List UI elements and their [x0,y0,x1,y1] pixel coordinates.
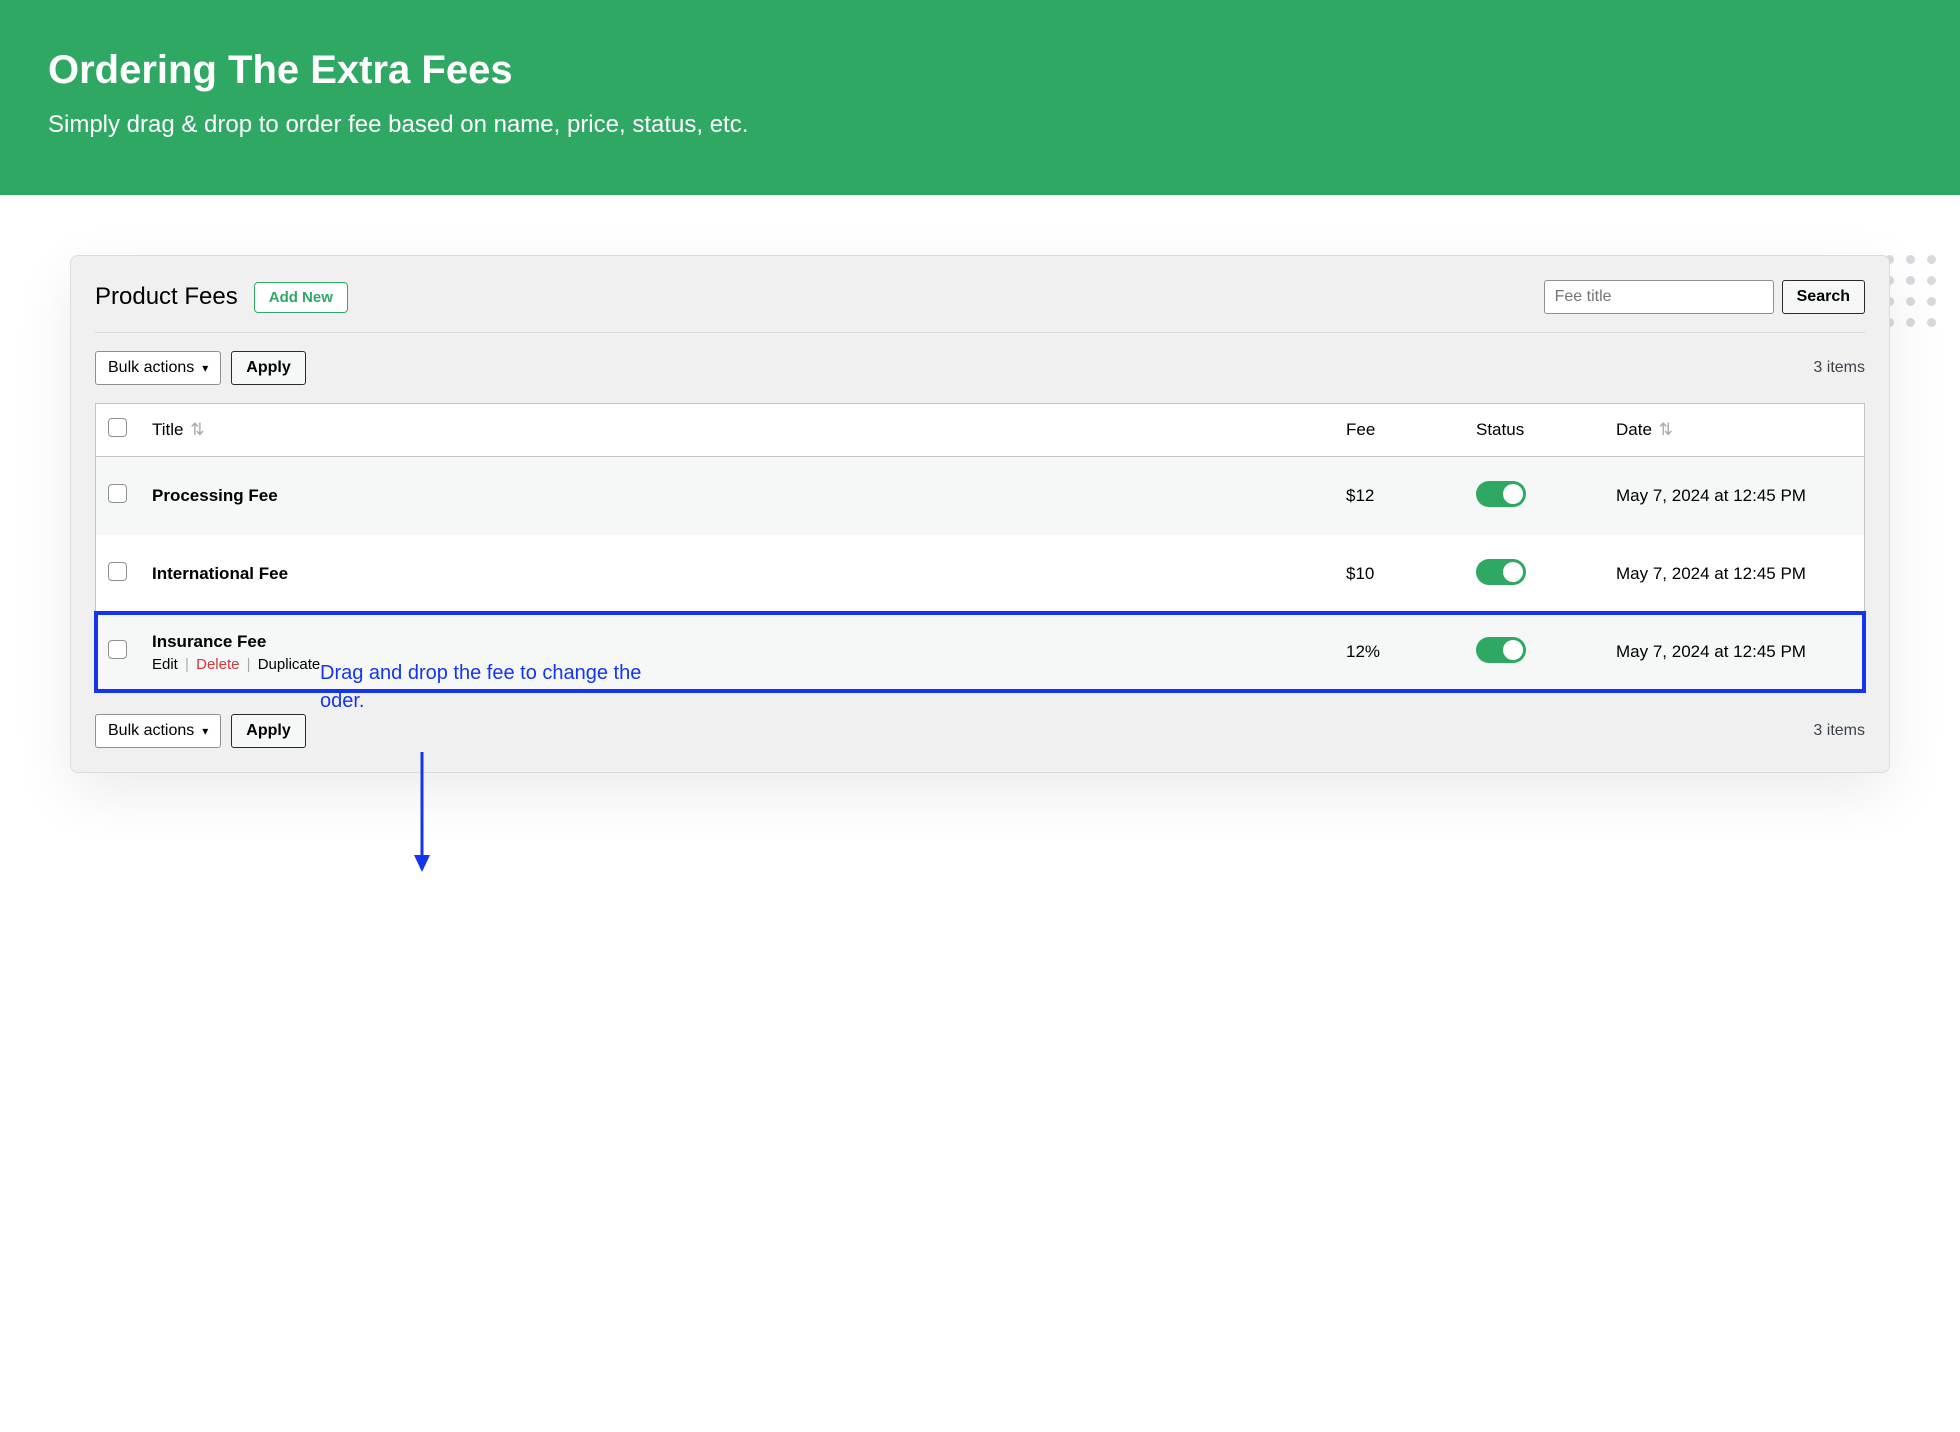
row-date: May 7, 2024 at 12:45 PM [1604,535,1864,613]
row-checkbox[interactable] [108,484,127,503]
row-fee: 12% [1334,613,1464,691]
bulk-actions-select[interactable]: Bulk actions ▾ [95,351,221,385]
content-area: Product Fees Add New Search Bulk actions… [0,195,1960,813]
chevron-down-icon: ▾ [202,361,208,375]
delete-link[interactable]: Delete [196,656,239,673]
decorative-dots [1885,255,1936,327]
edit-link[interactable]: Edit [152,656,178,673]
toolbar-bottom: Bulk actions ▾ Apply 3 items [95,714,1865,748]
table-row[interactable]: Processing Fee $12 May 7, 2024 at 12:45 … [96,457,1864,535]
row-title[interactable]: International Fee [152,564,1322,584]
row-fee: $10 [1334,535,1464,613]
search-button[interactable]: Search [1782,280,1865,314]
panel-header: Product Fees Add New Search [95,280,1865,333]
apply-button-bottom[interactable]: Apply [231,714,305,748]
row-title[interactable]: Insurance Fee [152,632,1322,652]
bulk-actions-label: Bulk actions [108,359,194,377]
row-date: May 7, 2024 at 12:45 PM [1604,613,1864,691]
hero-title: Ordering The Extra Fees [48,48,1912,93]
header-date[interactable]: Date ⇅ [1604,404,1864,457]
row-checkbox[interactable] [108,562,127,581]
fees-panel: Product Fees Add New Search Bulk actions… [70,255,1890,773]
hero-banner: Ordering The Extra Fees Simply drag & dr… [0,0,1960,195]
fees-table: Title ⇅ Fee Status Date ⇅ Processing Fee… [95,403,1865,692]
hero-subtitle: Simply drag & drop to order fee based on… [48,111,1912,139]
toolbar-top: Bulk actions ▾ Apply 3 items [95,351,1865,385]
row-checkbox[interactable] [108,640,127,659]
apply-button-top[interactable]: Apply [231,351,305,385]
sort-icon: ⇅ [190,420,204,439]
select-all-checkbox[interactable] [108,418,127,437]
bulk-actions-select-bottom[interactable]: Bulk actions ▾ [95,714,221,748]
status-toggle[interactable] [1476,481,1526,507]
row-fee: $12 [1334,457,1464,535]
panel-title: Product Fees [95,283,238,311]
table-row-highlighted[interactable]: Insurance Fee Edit | Delete | Duplicate … [96,613,1864,691]
header-fee: Fee [1334,404,1464,457]
header-status: Status [1464,404,1604,457]
status-toggle[interactable] [1476,637,1526,663]
chevron-down-icon: ▾ [202,724,208,738]
row-date: May 7, 2024 at 12:45 PM [1604,457,1864,535]
sort-icon: ⇅ [1659,420,1673,439]
header-title[interactable]: Title ⇅ [140,404,1334,457]
bulk-actions-label: Bulk actions [108,722,194,740]
status-toggle[interactable] [1476,559,1526,585]
row-actions: Edit | Delete | Duplicate [152,656,1322,673]
item-count-top: 3 items [1813,359,1865,377]
item-count-bottom: 3 items [1813,722,1865,740]
add-new-button[interactable]: Add New [254,282,348,313]
row-title[interactable]: Processing Fee [152,486,1322,506]
duplicate-link[interactable]: Duplicate [258,656,321,673]
search-input[interactable] [1544,280,1774,314]
table-row[interactable]: International Fee $10 May 7, 2024 at 12:… [96,535,1864,613]
